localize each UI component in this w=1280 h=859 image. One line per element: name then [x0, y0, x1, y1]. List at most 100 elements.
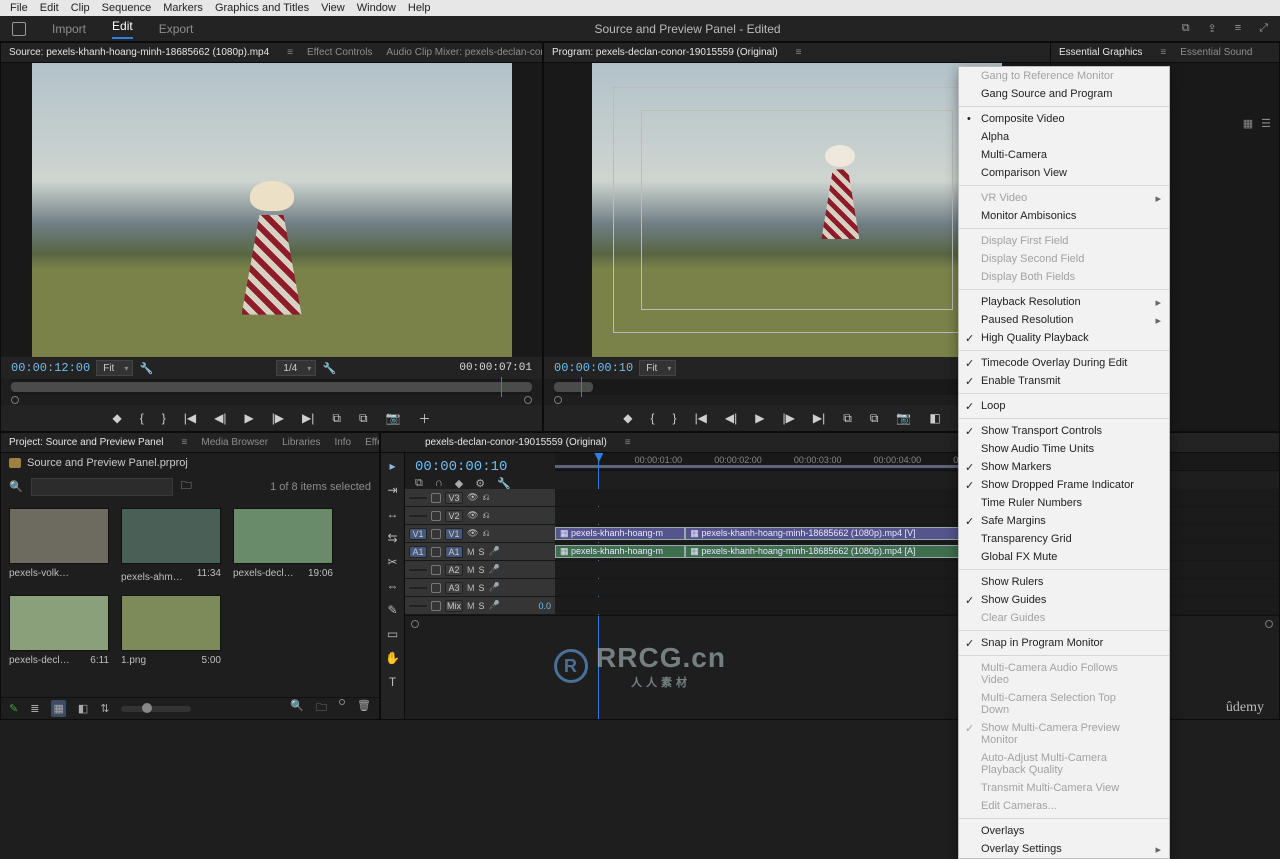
- ws-export[interactable]: Export: [159, 22, 194, 36]
- lock-icon[interactable]: [431, 493, 441, 503]
- time-ruler[interactable]: 00:00:01:0000:00:02:0000:00:03:0000:00:0…: [555, 453, 1279, 471]
- menu-sequence[interactable]: Sequence: [102, 2, 152, 14]
- track-header[interactable]: V3👁⎌: [405, 489, 555, 506]
- menu-markers[interactable]: Markers: [163, 2, 203, 14]
- menu-item[interactable]: Show Guides: [959, 591, 1169, 609]
- ripple-edit-icon[interactable]: ↔: [387, 507, 399, 521]
- source-timecode[interactable]: 00:00:12:00: [11, 361, 90, 375]
- zoom-out-icon[interactable]: [554, 396, 562, 404]
- panel-menu-icon[interactable]: ≡: [1160, 47, 1166, 58]
- tab-program[interactable]: Program: pexels-declan-conor-19015559 (O…: [552, 47, 778, 58]
- source-patch[interactable]: [409, 497, 427, 499]
- selection-tool-icon[interactable]: ▸: [389, 459, 395, 473]
- razor-tool-icon[interactable]: ✂: [387, 555, 397, 569]
- track-lane[interactable]: [555, 597, 1279, 614]
- track-lane[interactable]: [555, 507, 1279, 524]
- home-icon[interactable]: [12, 22, 26, 36]
- mute-icon[interactable]: M: [467, 601, 475, 611]
- menu-item[interactable]: Safe Margins: [959, 512, 1169, 530]
- zoom-slider[interactable]: [121, 706, 191, 712]
- tab-effects[interactable]: Effect: [365, 437, 380, 448]
- go-to-in-icon[interactable]: |◀: [184, 411, 196, 425]
- timeline-clip[interactable]: ▦ pexels-khanh-hoang-m: [555, 527, 685, 540]
- source-zoom-select[interactable]: 1/4: [276, 360, 316, 376]
- source-fit-select[interactable]: Fit: [96, 360, 133, 376]
- button-editor-icon[interactable]: ＋: [419, 410, 431, 427]
- search-input[interactable]: [31, 478, 173, 496]
- source-patch[interactable]: [409, 587, 427, 589]
- track-header[interactable]: MixMS🎤0.0: [405, 597, 555, 614]
- track-header[interactable]: A2MS🎤: [405, 561, 555, 578]
- timeline-clip[interactable]: ▦ pexels-khanh-hoang-m: [555, 545, 685, 558]
- panel-menu-icon[interactable]: ≡: [182, 437, 188, 448]
- lock-icon[interactable]: [431, 529, 441, 539]
- tab-audio-clip-mixer[interactable]: Audio Clip Mixer: pexels-declan-conor-19…: [386, 47, 543, 58]
- menu-clip[interactable]: Clip: [71, 2, 90, 14]
- menu-item[interactable]: Enable Transmit: [959, 372, 1169, 390]
- menu-item[interactable]: Global FX Mute: [959, 548, 1169, 566]
- track-target[interactable]: V2: [445, 510, 463, 522]
- track-header[interactable]: V2👁⎌: [405, 507, 555, 524]
- track-lane[interactable]: ▦ pexels-khanh-hoang-m▦ pexels-khanh-hoa…: [555, 525, 1279, 542]
- comparison-icon[interactable]: ◧: [929, 411, 940, 425]
- tab-media-browser[interactable]: Media Browser: [201, 437, 268, 448]
- new-item-icon[interactable]: ✎: [9, 702, 18, 715]
- rectangle-tool-icon[interactable]: ▭: [387, 627, 398, 641]
- maximize-icon[interactable]: ⤢: [1259, 22, 1268, 35]
- icon-view-icon[interactable]: ▦: [51, 700, 65, 717]
- solo-icon[interactable]: S: [479, 547, 485, 557]
- menu-item[interactable]: Playback Resolution: [959, 293, 1169, 311]
- track-header[interactable]: A1A1MS🎤: [405, 543, 555, 560]
- mute-icon[interactable]: M: [467, 547, 475, 557]
- project-thumb[interactable]: pexels-declan-conor-1...6:11: [9, 595, 109, 666]
- program-context-menu[interactable]: Gang to Reference MonitorGang Source and…: [958, 66, 1170, 859]
- add-marker-icon[interactable]: ◆: [112, 411, 121, 425]
- zoom-in-icon[interactable]: [524, 396, 532, 404]
- tab-effect-controls[interactable]: Effect Controls: [307, 47, 372, 58]
- toggle-output-icon[interactable]: 👁: [467, 492, 478, 503]
- menu-item[interactable]: Paused Resolution: [959, 311, 1169, 329]
- slip-tool-icon[interactable]: ⇔: [387, 579, 399, 593]
- source-patch[interactable]: [409, 605, 427, 607]
- lock-icon[interactable]: [431, 565, 441, 575]
- project-thumb[interactable]: 1.png5:00: [121, 595, 221, 666]
- quick-export-icon[interactable]: ⧉: [1182, 22, 1190, 35]
- project-thumb[interactable]: pexels-declan-conor-1...19:06: [233, 508, 333, 583]
- tab-project[interactable]: Project: Source and Preview Panel: [9, 437, 164, 448]
- track-lane[interactable]: [555, 561, 1279, 578]
- step-back-icon[interactable]: ◀|: [725, 411, 737, 425]
- solo-icon[interactable]: S: [479, 601, 485, 611]
- menu-item[interactable]: Show Markers: [959, 458, 1169, 476]
- voice-over-icon[interactable]: 🎤: [489, 546, 500, 557]
- menu-item[interactable]: Transparency Grid: [959, 530, 1169, 548]
- menu-item[interactable]: Gang Source and Program: [959, 85, 1169, 103]
- track-lane[interactable]: ▦ pexels-khanh-hoang-m▦ pexels-khanh-hoa…: [555, 543, 1279, 560]
- mark-in-icon[interactable]: {: [140, 411, 144, 425]
- delete-icon[interactable]: 🗑: [357, 699, 371, 718]
- lock-icon[interactable]: [431, 583, 441, 593]
- lock-icon[interactable]: [431, 547, 441, 557]
- voice-over-icon[interactable]: 🎤: [489, 600, 500, 611]
- track-header[interactable]: V1V1👁⎌: [405, 525, 555, 542]
- menu-item[interactable]: Timecode Overlay During Edit: [959, 354, 1169, 372]
- menu-graphics[interactable]: Graphics and Titles: [215, 2, 309, 14]
- toggle-output-icon[interactable]: 👁: [467, 528, 478, 539]
- pen-tool-icon[interactable]: ✎: [387, 603, 397, 617]
- menu-item[interactable]: Snap in Program Monitor: [959, 634, 1169, 652]
- extract-icon[interactable]: ⧉: [870, 411, 879, 426]
- step-fwd-icon[interactable]: |▶: [783, 411, 795, 425]
- go-to-in-icon[interactable]: |◀: [695, 411, 707, 425]
- share-icon[interactable]: ⇪: [1208, 22, 1217, 35]
- insert-icon[interactable]: ⧉: [332, 411, 341, 426]
- go-to-out-icon[interactable]: ▶|: [302, 411, 314, 425]
- auto-reframe-icon[interactable]: [339, 699, 345, 705]
- export-frame-icon[interactable]: 📷: [386, 411, 401, 425]
- zoom-out-icon[interactable]: [11, 396, 19, 404]
- track-target[interactable]: V3: [445, 492, 463, 504]
- lift-icon[interactable]: ⧉: [843, 411, 852, 426]
- track-target[interactable]: A1: [445, 546, 463, 558]
- zoom-out-icon[interactable]: [411, 620, 419, 628]
- menu-item[interactable]: Alpha: [959, 128, 1169, 146]
- menu-item[interactable]: High Quality Playback: [959, 329, 1169, 347]
- menu-file[interactable]: File: [10, 2, 28, 14]
